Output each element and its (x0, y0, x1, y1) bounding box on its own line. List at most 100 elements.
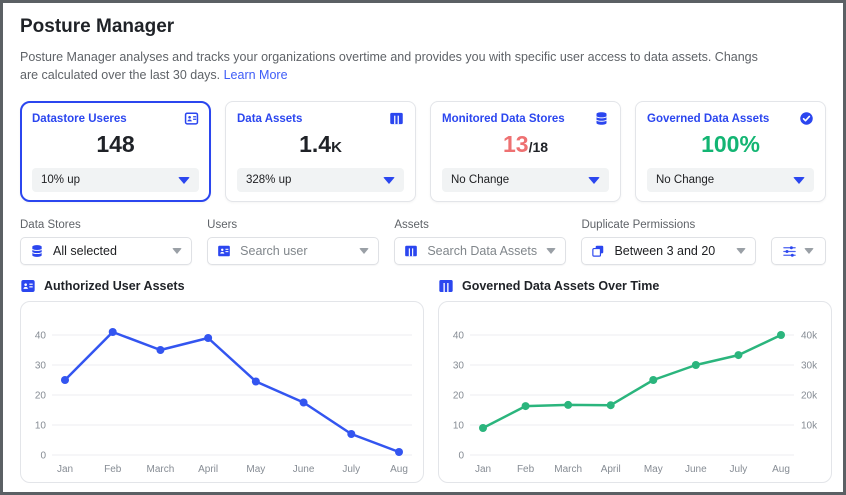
chevron-down-icon (793, 176, 805, 184)
svg-text:0: 0 (458, 451, 464, 462)
learn-more-link[interactable]: Learn More (224, 68, 288, 82)
columns-icon (404, 244, 418, 258)
stat-card-datastore-users[interactable]: Datastore Useres 148 10% up (20, 101, 211, 202)
charts-row: Authorized User Assets 0 10 20 30 40 Jan Feb Ma… (20, 278, 832, 483)
filter-assets: Assets Search Data Assets (394, 219, 567, 265)
chart-canvas: 0 10 10k 20 20k 30 30k 40 40k Jan Feb March April May… (453, 331, 818, 476)
trend-dropdown[interactable]: 10% up (32, 168, 199, 192)
page-title: Posture Manager (20, 16, 175, 37)
filter-label: Data Stores (20, 219, 81, 231)
card-value: 1.4K (299, 131, 342, 157)
line-chart-authorized-user-assets: 0 10 20 30 40 Jan Feb March April May June July Aug (20, 301, 424, 483)
svg-text:July: July (342, 464, 360, 475)
chevron-down-icon (172, 248, 183, 254)
chart-title: Governed Data Assets Over Time (462, 279, 660, 293)
trend-label: 10% up (41, 174, 81, 186)
svg-text:March: March (147, 464, 175, 475)
chart-authorized-user-assets: Authorized User Assets 0 10 20 30 40 Jan Feb Ma… (20, 278, 424, 483)
svg-text:20k: 20k (801, 391, 818, 402)
copy-icon (591, 244, 605, 258)
svg-text:40k: 40k (801, 331, 818, 342)
svg-text:0: 0 (40, 451, 46, 462)
svg-text:10k: 10k (801, 421, 818, 432)
line-chart-governed-data-assets: 0 10 10k 20 20k 30 30k 40 40k Jan Feb March April May… (438, 301, 832, 483)
svg-text:30: 30 (35, 361, 47, 372)
svg-text:July: July (730, 464, 748, 475)
stat-card-data-assets[interactable]: Data Assets 1.4K 328% up (225, 101, 416, 202)
filters-row: Data Stores All selected Users Search us… (20, 219, 827, 265)
trend-dropdown[interactable]: No Change (442, 168, 609, 192)
filter-label: Duplicate Permissions (581, 219, 696, 231)
stat-card-governed-data-assets[interactable]: Governed Data Assets 100% No Change (635, 101, 826, 202)
chevron-down-icon (804, 248, 815, 254)
svg-text:40: 40 (453, 331, 465, 342)
posture-manager-page: Posture Manager Posture Manager analyses… (0, 0, 846, 495)
svg-text:20: 20 (35, 391, 47, 402)
data-stores-select[interactable]: All selected (20, 237, 193, 265)
svg-text:March: March (554, 464, 582, 475)
trend-label: No Change (451, 174, 510, 186)
svg-text:Feb: Feb (517, 464, 535, 475)
users-search-select[interactable]: Search user (207, 237, 380, 265)
svg-text:10: 10 (453, 421, 465, 432)
chevron-down-icon (588, 176, 600, 184)
chevron-down-icon (546, 248, 557, 254)
duplicate-permissions-select[interactable]: Between 3 and 20 (581, 237, 756, 265)
sliders-icon (782, 244, 797, 259)
card-title: Data Assets (237, 112, 303, 125)
chevron-down-icon (383, 176, 395, 184)
svg-text:40: 40 (35, 331, 47, 342)
svg-text:Feb: Feb (104, 464, 122, 475)
badge-solid-icon (20, 278, 36, 294)
card-title: Governed Data Assets (647, 112, 770, 125)
stat-card-monitored-data-stores[interactable]: Monitored Data Stores 13/18 No Change (430, 101, 621, 202)
page-description-text: Posture Manager analyses and tracks your… (20, 50, 758, 82)
filter-settings-button[interactable] (770, 237, 827, 265)
page-description: Posture Manager analyses and tracks your… (20, 48, 768, 84)
card-title: Monitored Data Stores (442, 112, 565, 125)
filter-users: Users Search user (207, 219, 380, 265)
filter-label: Assets (394, 219, 429, 231)
svg-text:20: 20 (453, 391, 465, 402)
badge-icon (184, 111, 199, 126)
trend-label: 328% up (246, 174, 292, 186)
trend-dropdown[interactable]: No Change (647, 168, 814, 192)
stat-cards-row: Datastore Useres 148 10% up Data Assets (20, 101, 826, 202)
badge-icon (217, 244, 231, 258)
trend-dropdown[interactable]: 328% up (237, 168, 404, 192)
svg-text:June: June (293, 464, 315, 475)
svg-text:30k: 30k (801, 361, 818, 372)
card-title: Datastore Useres (32, 112, 127, 125)
chart-canvas: 0 10 20 30 40 Jan Feb March April May June July Aug (35, 328, 412, 475)
selected-value: All selected (53, 244, 117, 258)
svg-text:Aug: Aug (772, 464, 790, 475)
svg-text:May: May (644, 464, 663, 475)
check-circle-icon (799, 111, 814, 126)
columns-icon (438, 278, 454, 294)
chart-title: Authorized User Assets (44, 279, 185, 293)
card-value: 100% (701, 131, 760, 157)
database-icon (30, 244, 44, 258)
svg-text:May: May (246, 464, 265, 475)
database-icon (594, 111, 609, 126)
chevron-down-icon (735, 248, 746, 254)
svg-text:April: April (198, 464, 218, 475)
placeholder-text: Search user (240, 244, 308, 258)
placeholder-text: Search Data Assets (427, 244, 538, 258)
svg-text:10: 10 (35, 421, 47, 432)
trend-label: No Change (656, 174, 715, 186)
svg-text:April: April (601, 464, 621, 475)
selected-value: Between 3 and 20 (614, 244, 716, 258)
filter-data-stores: Data Stores All selected (20, 219, 193, 265)
card-value: 13/18 (502, 131, 549, 157)
columns-icon (389, 111, 404, 126)
svg-text:30: 30 (453, 361, 465, 372)
page-header: Posture Manager Posture Manager analyses… (3, 3, 843, 84)
chart-governed-data-assets: Governed Data Assets Over Time 0 10 10k 20 2… (438, 278, 832, 483)
assets-search-select[interactable]: Search Data Assets (394, 237, 567, 265)
svg-text:Aug: Aug (390, 464, 408, 475)
filter-duplicate-permissions: Duplicate Permissions Between 3 and 20 (581, 219, 756, 265)
svg-text:June: June (685, 464, 707, 475)
chevron-down-icon (359, 248, 370, 254)
filter-label: Users (207, 219, 238, 231)
